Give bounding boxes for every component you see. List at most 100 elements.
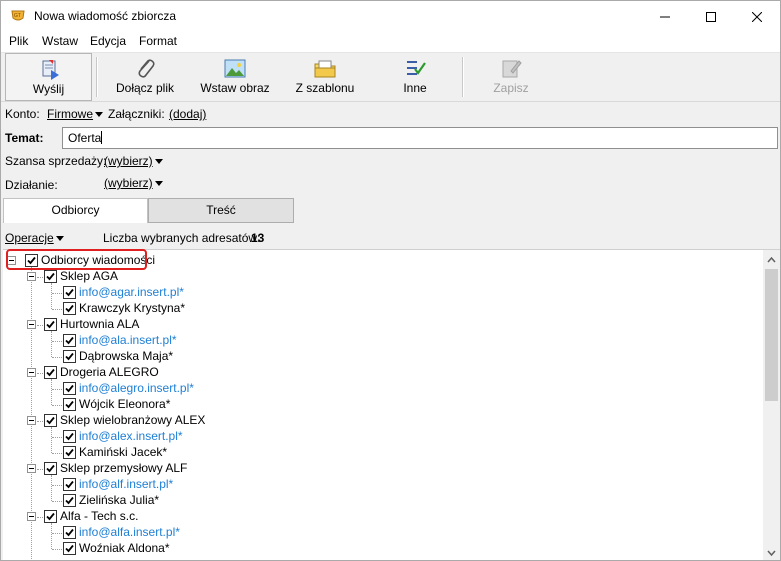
tree-person-node: Zielińska Julia* bbox=[3, 493, 263, 509]
from-template-button[interactable]: Z szablonu bbox=[284, 53, 366, 101]
collapse-toggle[interactable] bbox=[27, 272, 36, 281]
tree-connector bbox=[52, 533, 62, 534]
add-attachment-link[interactable]: (dodaj) bbox=[169, 107, 206, 121]
person-checkbox[interactable] bbox=[63, 542, 76, 555]
scroll-down-icon[interactable] bbox=[763, 544, 780, 560]
email-checkbox[interactable] bbox=[63, 478, 76, 491]
group-label: Sklep AGA bbox=[60, 269, 119, 283]
email-address[interactable]: info@ala.insert.pl* bbox=[79, 333, 177, 347]
sales-chance-dropdown[interactable]: (wybierz) bbox=[104, 154, 163, 168]
tree-person-node: Woźniak Aldona* bbox=[3, 541, 263, 557]
close-button[interactable] bbox=[734, 1, 780, 32]
save-icon bbox=[502, 60, 522, 78]
send-button[interactable]: Wyślij bbox=[5, 53, 92, 101]
chevron-down-icon bbox=[154, 181, 163, 187]
window-title: Nowa wiadomość zbiorcza bbox=[34, 9, 177, 23]
tree-email-node: info@alfa.insert.pl* bbox=[3, 525, 263, 541]
menu-insert[interactable]: Wstaw bbox=[42, 34, 78, 48]
collapse-toggle[interactable] bbox=[27, 464, 36, 473]
collapse-toggle[interactable] bbox=[27, 368, 36, 377]
account-dropdown[interactable]: Firmowe bbox=[47, 107, 104, 121]
chevron-down-icon bbox=[55, 236, 64, 242]
person-name: Wójcik Eleonora* bbox=[79, 397, 171, 411]
from-template-label: Z szablonu bbox=[295, 81, 355, 95]
email-checkbox[interactable] bbox=[63, 286, 76, 299]
email-checkbox[interactable] bbox=[63, 430, 76, 443]
email-checkbox[interactable] bbox=[63, 334, 76, 347]
group-checkbox[interactable] bbox=[44, 510, 57, 523]
checkmark-icon bbox=[65, 544, 74, 553]
menu-file[interactable]: Plik bbox=[9, 34, 28, 48]
tab-content[interactable]: Treść bbox=[148, 198, 294, 223]
recipients-count-label: Liczba wybranych adresatów: bbox=[103, 231, 261, 245]
maximize-button[interactable] bbox=[688, 1, 734, 32]
svg-text:GT: GT bbox=[14, 13, 21, 19]
person-name: Dąbrowska Maja* bbox=[79, 349, 174, 363]
person-name: Krawczyk Krystyna* bbox=[79, 301, 186, 315]
tree-connector bbox=[52, 341, 62, 342]
email-checkbox[interactable] bbox=[63, 382, 76, 395]
action-dropdown[interactable]: (wybierz) bbox=[104, 176, 163, 190]
person-name: Zielińska Julia* bbox=[79, 493, 160, 507]
group-checkbox[interactable] bbox=[44, 318, 57, 331]
collapse-toggle[interactable] bbox=[27, 512, 36, 521]
tree-group-node: Sklep przemysłowy ALF bbox=[3, 461, 243, 477]
checkmark-icon bbox=[65, 480, 74, 489]
scrollbar-thumb[interactable] bbox=[765, 269, 778, 401]
group-checkbox[interactable] bbox=[44, 414, 57, 427]
text-caret bbox=[101, 131, 103, 144]
menu-edit[interactable]: Edycja bbox=[90, 34, 126, 48]
vertical-scrollbar[interactable] bbox=[763, 250, 780, 560]
person-checkbox[interactable] bbox=[63, 398, 76, 411]
person-checkbox[interactable] bbox=[63, 494, 76, 507]
tree-connector bbox=[52, 293, 62, 294]
email-address[interactable]: info@alfa.insert.pl* bbox=[79, 525, 180, 539]
email-address[interactable]: info@agar.insert.pl* bbox=[79, 285, 184, 299]
person-checkbox[interactable] bbox=[63, 446, 76, 459]
save-button[interactable]: Zapisz bbox=[470, 53, 552, 101]
image-icon bbox=[224, 59, 246, 78]
tree-connector bbox=[37, 517, 43, 518]
send-icon bbox=[42, 60, 59, 80]
checkmark-icon bbox=[46, 416, 55, 425]
attach-file-button[interactable]: Dołącz plik bbox=[104, 53, 186, 101]
operations-dropdown[interactable]: Operacje bbox=[5, 231, 64, 245]
collapse-toggle[interactable] bbox=[27, 416, 36, 425]
scroll-up-icon[interactable] bbox=[763, 252, 780, 269]
group-checkbox[interactable] bbox=[44, 462, 57, 475]
email-address[interactable]: info@alex.insert.pl* bbox=[79, 429, 183, 443]
email-address[interactable]: info@alegro.insert.pl* bbox=[79, 381, 194, 395]
close-icon bbox=[752, 11, 762, 22]
person-checkbox[interactable] bbox=[63, 350, 76, 363]
checkmark-icon bbox=[65, 528, 74, 537]
other-label: Inne bbox=[403, 81, 427, 95]
collapse-toggle[interactable] bbox=[27, 320, 36, 329]
subject-field[interactable]: Oferta bbox=[62, 127, 778, 149]
email-checkbox[interactable] bbox=[63, 526, 76, 539]
tree-email-node: info@alex.insert.pl* bbox=[3, 429, 263, 445]
tree-person-node: Dąbrowska Maja* bbox=[3, 349, 263, 365]
subject-label: Temat: bbox=[5, 131, 44, 145]
recipients-count: 13 bbox=[251, 231, 265, 245]
checkmark-icon bbox=[46, 272, 55, 281]
checkmark-icon bbox=[65, 448, 74, 457]
menu-format[interactable]: Format bbox=[139, 34, 177, 48]
subject-value: Oferta bbox=[68, 131, 102, 145]
tree-content: Odbiorcy wiadomości Sklep AGA info@agar.i… bbox=[3, 250, 760, 560]
tab-recipients[interactable]: Odbiorcy bbox=[3, 198, 148, 223]
other-button[interactable]: Inne bbox=[374, 53, 456, 101]
title-bar: GT Nowa wiadomość zbiorcza bbox=[1, 1, 780, 32]
recipients-tree: Odbiorcy wiadomości Sklep AGA info@agar.i… bbox=[3, 249, 780, 560]
tree-connector bbox=[52, 437, 62, 438]
tree-connector bbox=[52, 485, 62, 486]
chevron-down-icon bbox=[154, 159, 163, 165]
insert-image-button[interactable]: Wstaw obraz bbox=[194, 53, 276, 101]
checkmark-icon bbox=[65, 352, 74, 361]
person-checkbox[interactable] bbox=[63, 302, 76, 315]
group-checkbox[interactable] bbox=[44, 366, 57, 379]
tree-connector bbox=[37, 325, 43, 326]
group-checkbox[interactable] bbox=[44, 270, 57, 283]
minimize-button[interactable] bbox=[642, 1, 688, 32]
email-address[interactable]: info@alf.insert.pl* bbox=[79, 477, 173, 491]
tree-email-node: info@alf.insert.pl* bbox=[3, 477, 263, 493]
